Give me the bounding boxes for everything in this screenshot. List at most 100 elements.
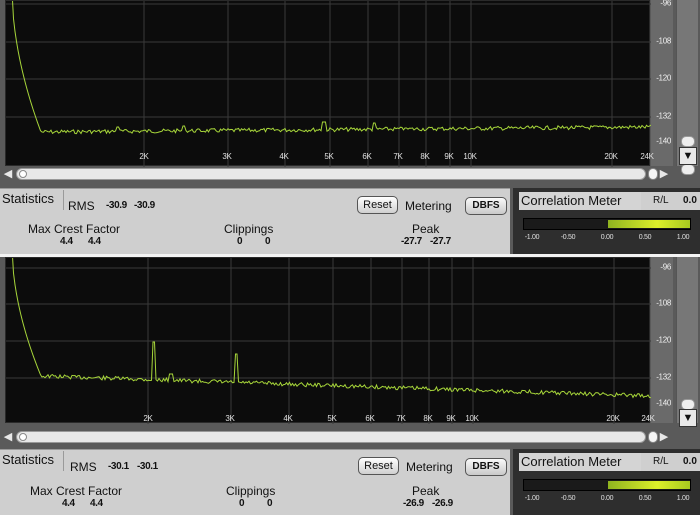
x-tick-label: 2K	[143, 414, 153, 423]
y-tick-label: -132	[656, 111, 671, 121]
y-tick-label: -96	[660, 262, 671, 272]
triangle-right-icon[interactable]: ▶	[658, 168, 670, 180]
x-tick-label: 24K	[640, 152, 654, 161]
correlation-meter: Correlation Meter R/L 0.0 -1.00 -0.50 0.…	[513, 449, 700, 515]
correlation-tick: 1.00	[676, 234, 690, 241]
correlation-tick: -1.00	[524, 495, 540, 502]
correlation-meter-title: Correlation Meter	[519, 453, 641, 471]
x-tick-label: 10K	[465, 414, 479, 423]
x-tick-label: 4K	[283, 414, 293, 423]
x-tick-label: 3K	[225, 414, 235, 423]
statistics-tab[interactable]: Statistics	[0, 451, 64, 471]
triangle-left-icon[interactable]: ◀	[2, 431, 14, 443]
scroll-handle-upper[interactable]	[681, 136, 695, 147]
vertical-scrollbar[interactable]	[676, 0, 698, 175]
correlation-bar	[523, 479, 691, 491]
x-tick-label: 8K	[423, 414, 433, 423]
rms-label: RMS	[70, 460, 97, 474]
spectrum-trace	[6, 258, 651, 424]
statistics-section: Statistics RMS -30.9 -30.9 Reset Meterin…	[0, 188, 510, 254]
analyzer-panel-2: -96 -108 -120 -132 -140 ▼ 2K 3K 4K 5K 6K…	[0, 257, 700, 515]
clippings-label: Clippings	[224, 222, 274, 236]
statistics-tab[interactable]: Statistics	[0, 190, 64, 210]
x-tick-label: 9K	[444, 152, 454, 161]
max-crest-factor-label: Max Crest Factor	[28, 222, 121, 236]
clip-right-value: 0	[267, 498, 273, 509]
metering-mode-button[interactable]: DBFS	[465, 197, 507, 215]
spectrum-plot	[5, 0, 651, 167]
rms-right-value: -30.1	[137, 461, 158, 472]
x-tick-label: 7K	[393, 152, 403, 161]
triangle-down-icon[interactable]: ▼	[679, 147, 697, 165]
horizontal-scrollbar[interactable]: ◀ ▶	[2, 167, 674, 181]
clip-left-value: 0	[237, 236, 243, 247]
clippings-label: Clippings	[226, 484, 276, 498]
y-tick-label: -108	[656, 298, 671, 308]
rms-right-value: -30.9	[134, 200, 155, 211]
x-tick-label: 8K	[420, 152, 430, 161]
y-axis: -96 -108 -120 -132 -140	[651, 0, 673, 166]
rl-readout: R/L 0.0	[641, 192, 700, 210]
peak-label: Peak	[412, 222, 440, 236]
correlation-tick: 1.00	[676, 495, 690, 502]
rl-value: 0.0	[683, 195, 697, 206]
triangle-right-icon[interactable]: ▶	[658, 431, 670, 443]
rl-readout: R/L 0.0	[641, 453, 700, 471]
correlation-tick: -1.00	[524, 234, 540, 241]
correlation-fill	[608, 481, 690, 489]
scroll-track[interactable]	[16, 168, 646, 180]
max-crest-factor-label: Max Crest Factor	[30, 484, 123, 498]
scroll-thumb[interactable]	[19, 433, 27, 441]
spectrum-line	[12, 258, 651, 399]
y-tick-label: -140	[656, 398, 671, 408]
correlation-tick: 0.50	[638, 495, 652, 502]
x-tick-label: 20K	[606, 414, 620, 423]
x-tick-label: 9K	[446, 414, 456, 423]
peak-label: Peak	[412, 484, 440, 498]
scroll-thumb[interactable]	[19, 170, 27, 178]
peak-right-value: -27.7	[430, 236, 451, 247]
rl-value: 0.0	[683, 456, 697, 467]
triangle-left-icon[interactable]: ◀	[2, 168, 14, 180]
x-tick-label: 6K	[362, 152, 372, 161]
spectrum-line	[12, 1, 651, 135]
scroll-handle-end[interactable]	[648, 431, 658, 443]
x-tick-label: 7K	[396, 414, 406, 423]
correlation-tick: 0.00	[600, 495, 614, 502]
metering-label: Metering	[406, 460, 453, 474]
rl-label: R/L	[653, 456, 669, 467]
y-tick-label: -96	[660, 0, 671, 8]
triangle-down-icon[interactable]: ▼	[679, 409, 697, 427]
peak-left-value: -26.9	[403, 498, 424, 509]
metering-mode-button[interactable]: DBFS	[465, 458, 507, 476]
scroll-track[interactable]	[16, 431, 646, 443]
scroll-handle-lower[interactable]	[681, 164, 695, 175]
scroll-handle-end[interactable]	[648, 168, 658, 180]
metering-label: Metering	[405, 199, 452, 213]
correlation-fill	[608, 220, 690, 228]
spectrum-plot	[5, 257, 651, 424]
crest-right-value: 4.4	[88, 236, 101, 247]
spectrum-trace	[6, 1, 651, 167]
y-axis: -96 -108 -120 -132 -140	[651, 257, 673, 423]
x-tick-label: 20K	[604, 152, 618, 161]
correlation-tick: -0.50	[560, 234, 576, 241]
correlation-tick: 0.00	[600, 234, 614, 241]
peak-left-value: -27.7	[401, 236, 422, 247]
x-tick-label: 5K	[327, 414, 337, 423]
correlation-meter: Correlation Meter R/L 0.0 -1.00 -0.50 0.…	[513, 188, 700, 254]
correlation-meter-title: Correlation Meter	[519, 192, 641, 210]
reset-button[interactable]: Reset	[357, 196, 398, 214]
reset-button[interactable]: Reset	[358, 457, 399, 475]
crest-left-value: 4.4	[60, 236, 73, 247]
correlation-bar	[523, 218, 691, 230]
x-tick-label: 24K	[641, 414, 655, 423]
correlation-tick: 0.50	[638, 234, 652, 241]
horizontal-scrollbar[interactable]: ◀ ▶	[2, 430, 674, 444]
rms-left-value: -30.9	[106, 200, 127, 211]
x-tick-label: 4K	[279, 152, 289, 161]
vertical-scrollbar[interactable]	[676, 257, 698, 423]
x-tick-label: 2K	[139, 152, 149, 161]
rms-left-value: -30.1	[108, 461, 129, 472]
y-tick-label: -120	[656, 335, 671, 345]
